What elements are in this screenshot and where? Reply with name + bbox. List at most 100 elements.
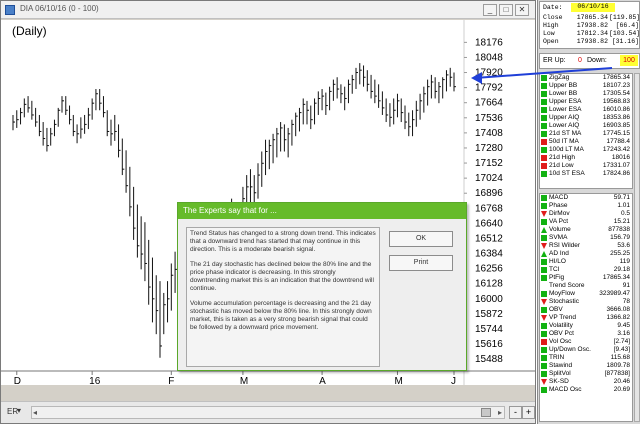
indicator-row[interactable]: MACD 59.71 xyxy=(540,194,632,202)
indicator-row[interactable]: 21d High 18016 xyxy=(540,154,632,162)
indicator-value: 16010.86 xyxy=(602,106,630,113)
bullish-marker-icon xyxy=(541,275,547,281)
bullish-marker-icon xyxy=(541,259,547,265)
down-triangle-icon xyxy=(541,299,547,305)
indicator-row[interactable]: 21d ST MA 17745.15 xyxy=(540,130,632,138)
panel-scrollbar[interactable] xyxy=(634,73,640,422)
bullish-marker-icon xyxy=(541,355,547,361)
indicator-name: OBV Pct xyxy=(549,330,574,337)
bullish-marker-icon xyxy=(541,115,547,121)
scroll-right-icon[interactable]: ▸ xyxy=(498,408,502,417)
close-button[interactable]: ✕ xyxy=(515,4,529,16)
bullish-marker-icon xyxy=(541,131,547,137)
indicator-row[interactable]: SVMA 156.79 xyxy=(540,234,632,242)
ok-button[interactable]: OK xyxy=(389,231,453,247)
indicator-row[interactable]: 10d ST ESA 17824.86 xyxy=(540,170,632,178)
bullish-marker-icon xyxy=(541,91,547,97)
y-tick-label: 16512 xyxy=(475,233,503,244)
bullish-marker-icon xyxy=(541,219,547,225)
print-button[interactable]: Print xyxy=(389,255,453,271)
indicator-value: 53.6 xyxy=(617,242,630,249)
indicator-name: VA Pct xyxy=(549,218,569,225)
bullish-marker-icon xyxy=(541,147,547,153)
indicator-name: SK-SD xyxy=(549,378,569,385)
indicator-name: 10d ST ESA xyxy=(549,170,585,177)
indicator-row[interactable]: 21d Low 17331.07 xyxy=(540,162,632,170)
y-tick-label: 17536 xyxy=(475,113,503,124)
indicator-name: RSI Wilder xyxy=(549,242,581,249)
bullish-marker-icon xyxy=(541,387,547,393)
indicator-row[interactable]: VP Trend 1366.82 xyxy=(540,314,632,322)
indicator-row[interactable]: RSI Wilder 53.6 xyxy=(540,242,632,250)
indicator-row[interactable]: Lower AIQ 16903.85 xyxy=(540,122,632,130)
indicator-row[interactable]: MACD Osc 20.69 xyxy=(540,386,632,394)
indicator-name: Stochastic xyxy=(549,298,579,305)
date-value: 06/10/16 xyxy=(571,3,615,12)
indicator-list-price[interactable]: ZigZag 17865.34 Upper BB 18107.23 Lower BB 17… xyxy=(539,73,633,189)
indicator-row[interactable]: Phase 1.01 xyxy=(540,202,632,210)
indicator-row[interactable]: TRIN 115.68 xyxy=(540,354,632,362)
indicator-value: 119 xyxy=(619,258,630,265)
scroll-left-icon[interactable]: ◂ xyxy=(33,408,37,417)
indicator-row[interactable]: AD Ind 255.25 xyxy=(540,250,632,258)
indicator-row[interactable]: MoyFlow 323989.47 xyxy=(540,290,632,298)
y-tick-label: 16128 xyxy=(475,279,503,290)
indicator-row[interactable]: Upper AIQ 18353.86 xyxy=(540,114,632,122)
maximize-button[interactable]: □ xyxy=(499,4,513,16)
indicator-value: 3666.08 xyxy=(606,306,631,313)
indicator-value: 323989.47 xyxy=(599,290,630,297)
y-tick-label: 18176 xyxy=(475,37,503,48)
x-tick-label: 16 xyxy=(89,376,101,385)
indicator-row[interactable]: SplitVol [877838] xyxy=(540,370,632,378)
y-tick-label: 16256 xyxy=(475,264,503,275)
indicator-row[interactable]: Up/Down Osc. [9.43] xyxy=(540,346,632,354)
scroll-thumb[interactable] xyxy=(481,408,491,417)
indicator-row[interactable]: Lower ESA 16010.86 xyxy=(540,106,632,114)
horizontal-scrollbar[interactable]: ◂ ▸ xyxy=(31,406,505,419)
y-tick-label: 15872 xyxy=(475,309,503,320)
indicator-value: 29.18 xyxy=(613,266,630,273)
indicator-row[interactable]: Stawind 1809.78 xyxy=(540,362,632,370)
indicator-row[interactable]: SK-SD 20.46 xyxy=(540,378,632,386)
indicator-row[interactable]: PtFig 17865.34 xyxy=(540,274,632,282)
y-tick-label: 16768 xyxy=(475,203,503,214)
indicator-name: PtFig xyxy=(549,274,565,281)
bullish-marker-icon xyxy=(541,267,547,273)
zoom-in-button[interactable]: + xyxy=(522,406,535,419)
indicator-name: Upper BB xyxy=(549,82,578,89)
indicator-name: DirMov xyxy=(549,210,570,217)
indicator-row[interactable]: Vol Osc [2.74] xyxy=(540,338,632,346)
quote-label: High xyxy=(543,22,559,29)
indicator-row[interactable]: HI/LO 119 xyxy=(540,258,632,266)
indicator-row[interactable]: OBV Pct 3.16 xyxy=(540,330,632,338)
indicator-name: HI/LO xyxy=(549,258,566,265)
zoom-out-button[interactable]: - xyxy=(509,406,522,419)
bullish-marker-icon xyxy=(541,99,547,105)
indicator-row[interactable]: Trend Score 91 xyxy=(540,282,632,290)
indicator-value: 3.16 xyxy=(617,330,630,337)
er-down-label: Down: xyxy=(587,57,607,64)
indicator-row[interactable]: Lower BB 17305.54 xyxy=(540,90,632,98)
indicator-row[interactable]: Volume 877838 xyxy=(540,226,632,234)
indicator-row[interactable]: TCI 29.18 xyxy=(540,266,632,274)
indicator-row[interactable]: Volatility 9.45 xyxy=(540,322,632,330)
indicator-row[interactable]: Upper ESA 19568.83 xyxy=(540,98,632,106)
quote-change: [66.4] xyxy=(615,22,639,29)
indicator-row[interactable]: 50d IT MA 17788.4 xyxy=(540,138,632,146)
minimize-button[interactable]: _ xyxy=(483,4,497,16)
indicator-value: 17331.07 xyxy=(602,162,630,169)
indicator-value: 17745.15 xyxy=(602,130,630,137)
indicator-row[interactable]: ZigZag 17865.34 xyxy=(540,74,632,82)
indicator-row[interactable]: OBV 3666.08 xyxy=(540,306,632,314)
indicator-list-technical[interactable]: MACD 59.71 Phase 1.01 DirMov 0.5 VA Pct 15.21 Vo… xyxy=(539,193,633,422)
indicator-row[interactable]: VA Pct 15.21 xyxy=(540,218,632,226)
bullish-marker-icon xyxy=(541,107,547,113)
indicator-row[interactable]: DirMov 0.5 xyxy=(540,210,632,218)
er-dropdown-icon[interactable]: ▾ xyxy=(17,406,21,415)
indicator-row[interactable]: Stochastic 78 xyxy=(540,298,632,306)
indicator-row[interactable]: 100d LT MA 17243.42 xyxy=(540,146,632,154)
x-tick-label: M xyxy=(394,376,402,385)
indicator-name: OBV xyxy=(549,306,563,313)
quote-change: [103.54] xyxy=(609,30,640,37)
indicator-row[interactable]: Upper BB 18107.23 xyxy=(540,82,632,90)
